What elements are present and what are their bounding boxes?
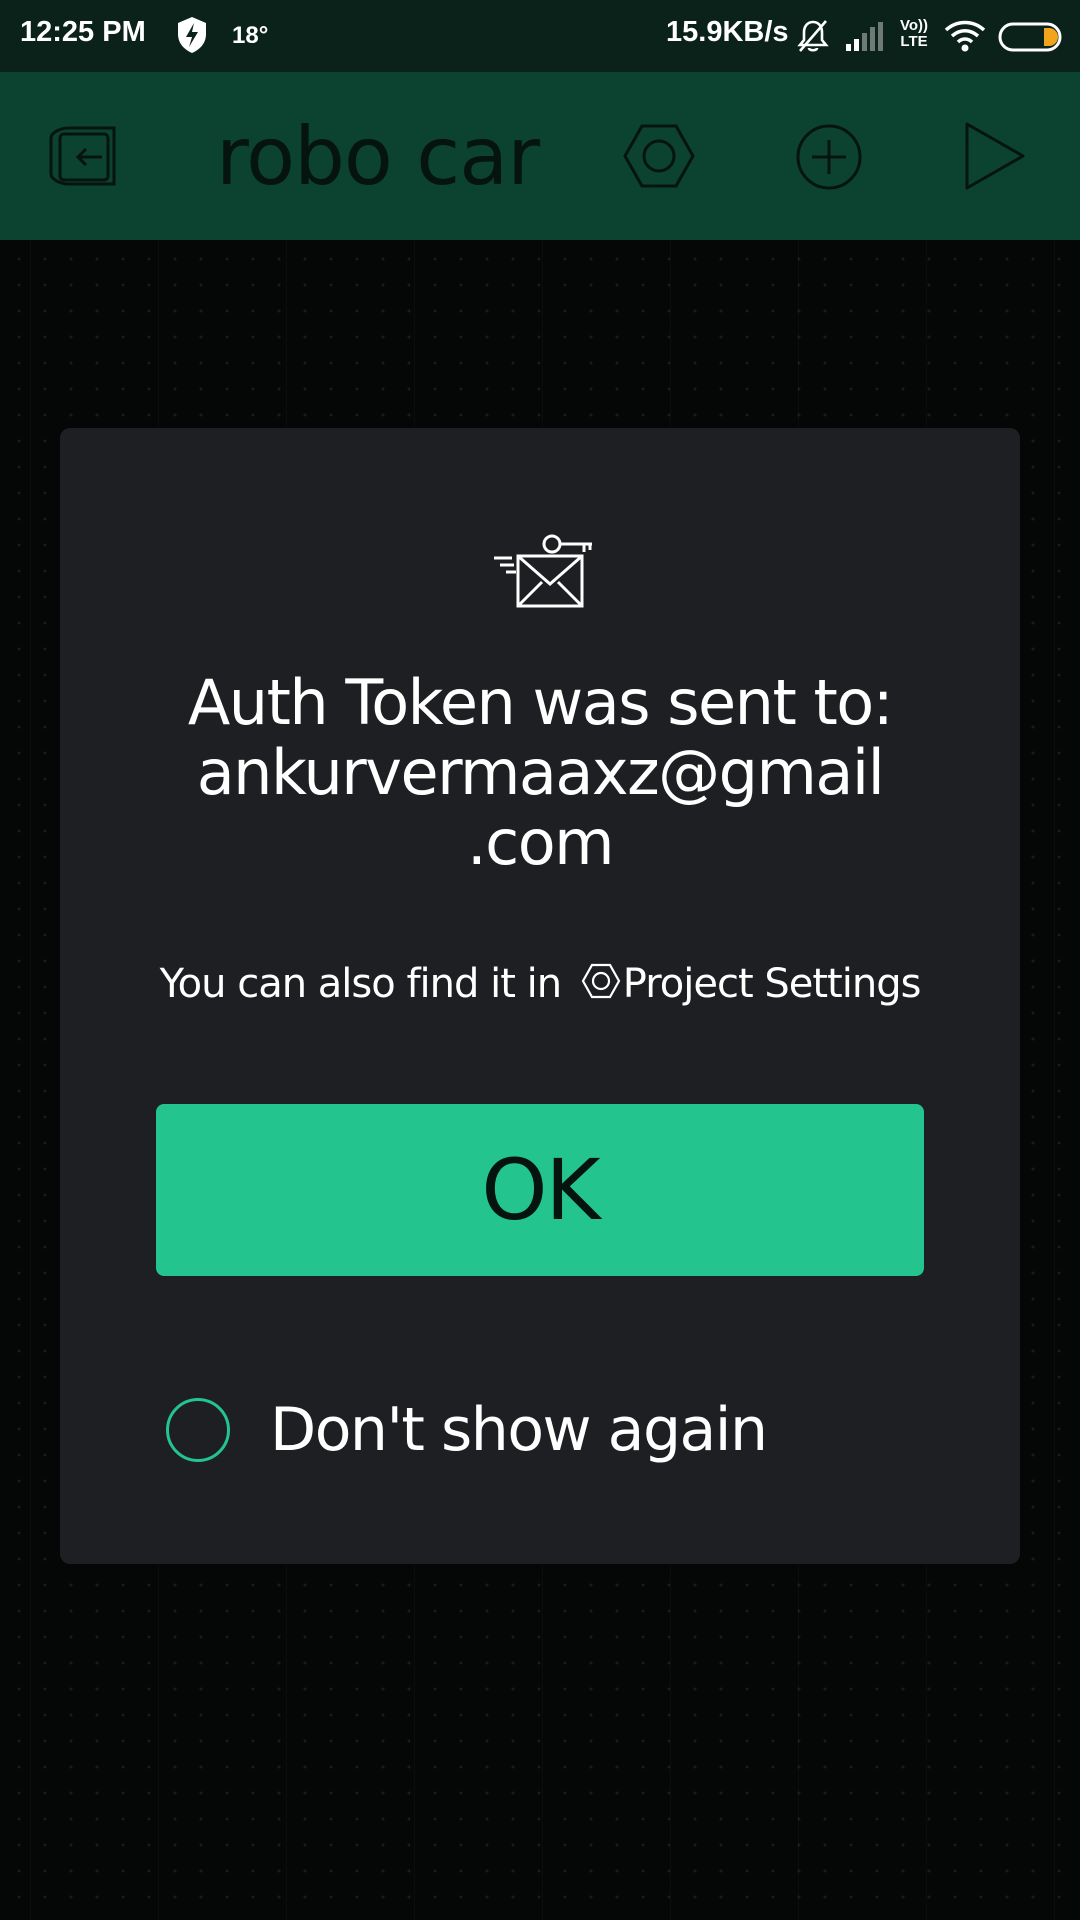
dont-show-again-label: Don't show again	[270, 1395, 768, 1465]
shield-bolt-icon	[176, 16, 208, 58]
dont-show-again-radio[interactable]	[166, 1398, 230, 1462]
volte-top-label: Vo))	[899, 17, 929, 34]
dialog-email-suffix: .com	[466, 806, 615, 879]
ok-button[interactable]: OK	[156, 1104, 924, 1276]
add-widget-icon[interactable]	[794, 122, 864, 196]
network-speed: 15.9KB/s	[666, 16, 789, 48]
volte-icon: Vo)) LTE	[896, 18, 932, 50]
project-title[interactable]: robo car	[216, 102, 540, 212]
status-time: 12:25 PM	[20, 16, 146, 48]
volte-bottom-label: LTE	[900, 33, 928, 50]
wifi-icon	[944, 20, 986, 56]
status-bar: 12:25 PM 18° 15.9KB/s Vo)) LTE	[0, 0, 1080, 72]
settings-hex-icon	[581, 956, 621, 1016]
dialog-hint: You can also find it in Project Settings	[60, 954, 1020, 1016]
settings-hex-icon[interactable]	[622, 122, 696, 194]
hint-prefix: You can also find it in	[159, 961, 563, 1007]
screen: 12:25 PM 18° 15.9KB/s Vo)) LTE robo car …	[0, 0, 1080, 1920]
exit-icon[interactable]	[48, 122, 122, 194]
dialog-title: Auth Token was sent to: ankurvermaaxz@gm…	[100, 668, 980, 878]
play-icon[interactable]	[962, 120, 1028, 196]
battery-icon	[998, 22, 1064, 56]
mail-key-icon	[492, 532, 596, 618]
status-temperature: 18°	[232, 22, 269, 49]
signal-strength-icon	[844, 22, 884, 56]
dialog-title-line1: Auth Token was sent to:	[187, 666, 894, 739]
dialog-email-line: ankurvermaaxz@gmail	[196, 736, 885, 809]
project-settings-link[interactable]: Project Settings	[623, 961, 922, 1007]
muted-bell-icon	[796, 18, 830, 58]
app-toolbar	[0, 72, 1080, 240]
dont-show-again-option[interactable]: Don't show again	[166, 1380, 906, 1480]
ok-button-label: OK	[481, 1141, 600, 1239]
auth-token-dialog: Auth Token was sent to: ankurvermaaxz@gm…	[60, 428, 1020, 1564]
